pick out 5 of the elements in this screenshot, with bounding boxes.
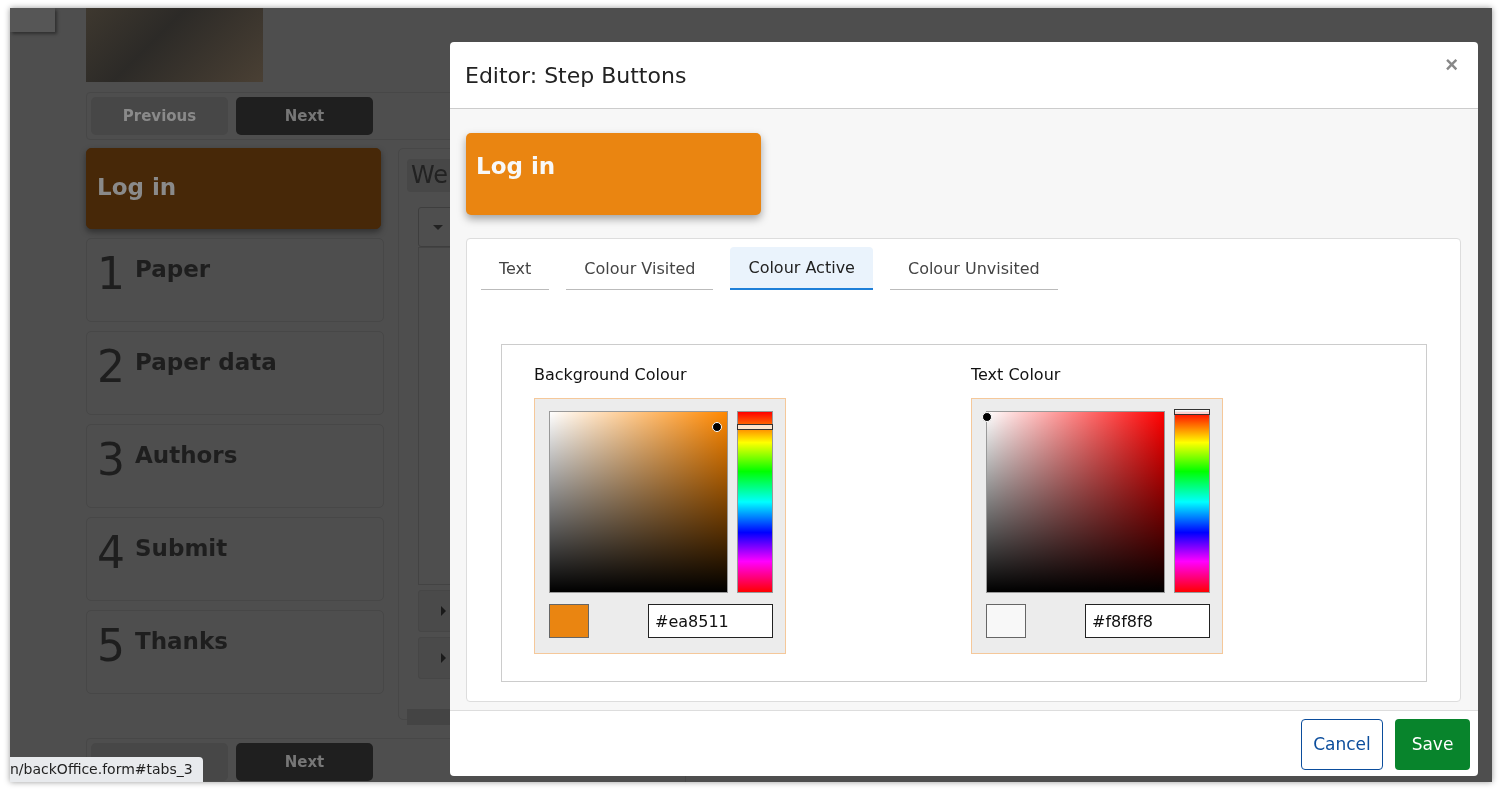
dialog-title: Editor: Step Buttons: [465, 62, 687, 88]
picker-label: Text Colour: [971, 365, 1062, 384]
step-button-preview: Log in: [466, 133, 761, 215]
status-url-tooltip: n/backOffice.form#tabs_3: [10, 757, 203, 782]
picker-label: Background Colour: [534, 365, 688, 384]
